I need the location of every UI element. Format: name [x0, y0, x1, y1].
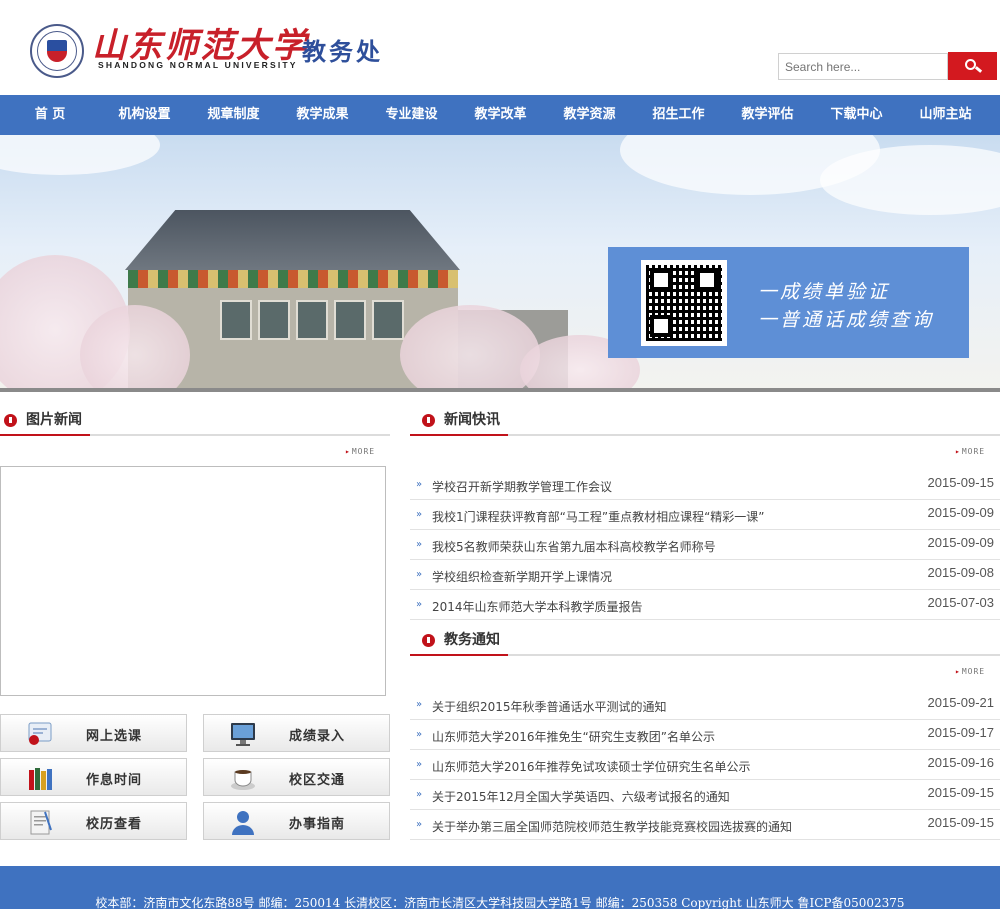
search-button[interactable]	[948, 52, 997, 80]
search-input[interactable]	[778, 53, 948, 80]
section-bullet-icon	[422, 414, 435, 427]
bullet-arrow-icon: »	[416, 599, 423, 610]
banner: 一成绩单验证 一普通话成绩查询	[0, 135, 1000, 388]
monitor-icon	[231, 723, 255, 746]
main-nav: 首 页 机构设置 规章制度 教学成果 专业建设 教学改革 教学资源 招生工作 教…	[0, 95, 1000, 135]
list-item[interactable]: » 关于2015年12月全国大学英语四、六级考试报名的通知 2015-09-15	[410, 780, 1000, 810]
bullet-arrow-icon: »	[416, 789, 423, 800]
bullet-arrow-icon: »	[416, 539, 423, 550]
notices-more-link[interactable]: MORE	[955, 667, 985, 676]
quick-link-course-selection[interactable]: 网上选课	[0, 714, 187, 752]
section-bullet-icon	[422, 634, 435, 647]
news-flash-header: 新闻快讯	[410, 410, 1000, 436]
bullet-arrow-icon: »	[416, 509, 423, 520]
university-name-en: SHANDONG NORMAL UNIVERSITY	[98, 60, 298, 70]
news-flash-list: » 学校召开新学期教学管理工作会议 2015-09-15 » 我校1门课程获评教…	[410, 470, 1000, 620]
office-name: 教务处	[302, 37, 383, 66]
nav-regulations[interactable]: 规章制度	[189, 95, 278, 135]
bullet-arrow-icon: »	[416, 479, 423, 490]
nav-organization[interactable]: 机构设置	[100, 95, 189, 135]
list-item[interactable]: » 山东师范大学2016年推免生“研究生支教团”名单公示 2015-09-17	[410, 720, 1000, 750]
qr-line-transcript: 一成绩单验证	[758, 281, 891, 303]
score-verification-panel[interactable]: 一成绩单验证 一普通话成绩查询	[608, 247, 969, 358]
photo-news-title: 图片新闻	[26, 412, 82, 428]
quick-link-calendar[interactable]: 校历查看	[0, 802, 187, 840]
section-bullet-icon	[4, 414, 17, 427]
qr-line-mandarin: 一普通话成绩查询	[758, 309, 935, 331]
nav-admissions[interactable]: 招生工作	[634, 95, 723, 135]
user-icon	[232, 811, 254, 835]
quick-link-schedule[interactable]: 作息时间	[0, 758, 187, 796]
quick-link-label: 网上选课	[86, 729, 143, 744]
bullet-arrow-icon: »	[416, 819, 423, 830]
university-emblem-icon[interactable]	[30, 24, 84, 78]
list-item[interactable]: » 2014年山东师范大学本科教学质量报告 2015-07-03	[410, 590, 1000, 620]
nav-home[interactable]: 首 页	[0, 95, 100, 135]
nav-teaching-resources[interactable]: 教学资源	[545, 95, 634, 135]
bullet-arrow-icon: »	[416, 729, 423, 740]
list-item[interactable]: » 学校召开新学期教学管理工作会议 2015-09-15	[410, 470, 1000, 500]
quick-link-label: 作息时间	[86, 773, 143, 788]
bullet-arrow-icon: »	[416, 699, 423, 710]
nav-major-construction[interactable]: 专业建设	[367, 95, 456, 135]
news-flash-title: 新闻快讯	[444, 412, 500, 428]
quick-link-label: 校区交通	[289, 773, 346, 788]
notepad-icon	[30, 810, 52, 835]
quick-link-campus-transport[interactable]: 校区交通	[203, 758, 390, 796]
footer: 校本部：济南市文化东路88号 邮编：250014 长清校区：济南市长清区大学科技…	[0, 866, 1000, 910]
nav-teaching-reform[interactable]: 教学改革	[456, 95, 545, 135]
news-flash-more-link[interactable]: MORE	[955, 447, 985, 456]
quick-link-label: 办事指南	[289, 817, 346, 832]
list-item[interactable]: » 关于举办第三届全国师范院校师范生教学技能竞赛校园选拔赛的通知 2015-09…	[410, 810, 1000, 840]
nav-downloads[interactable]: 下载中心	[812, 95, 901, 135]
books-icon	[29, 768, 52, 790]
notices-header: 教务通知	[410, 630, 1000, 656]
notices-list: » 关于组织2015年秋季普通话水平测试的通知 2015-09-21 » 山东师…	[410, 690, 1000, 840]
qr-code-icon	[641, 260, 727, 346]
bullet-arrow-icon: »	[416, 759, 423, 770]
photo-news-more-link[interactable]: MORE	[345, 447, 375, 456]
list-item[interactable]: » 关于组织2015年秋季普通话水平测试的通知 2015-09-21	[410, 690, 1000, 720]
nav-main-site[interactable]: 山师主站	[901, 95, 990, 135]
list-item[interactable]: » 学校组织检查新学期开学上课情况 2015-09-08	[410, 560, 1000, 590]
coffee-cup-icon	[231, 770, 255, 790]
building-roof	[125, 210, 460, 270]
quick-link-score-entry[interactable]: 成绩录入	[203, 714, 390, 752]
notices-title: 教务通知	[444, 632, 500, 648]
footer-text: 校本部：济南市文化东路88号 邮编：250014 长清校区：济南市长清区大学科技…	[95, 896, 905, 910]
bullet-arrow-icon: »	[416, 569, 423, 580]
quick-link-guide[interactable]: 办事指南	[203, 802, 390, 840]
photo-news-header: 图片新闻	[0, 410, 390, 436]
list-item[interactable]: » 我校5名教师荣获山东省第九届本科高校教学名师称号 2015-09-09	[410, 530, 1000, 560]
header: 山东师范大学 SHANDONG NORMAL UNIVERSITY 教务处	[0, 0, 1000, 95]
photo-news-slideshow[interactable]	[0, 466, 386, 696]
list-item[interactable]: » 山东师范大学2016年推荐免试攻读硕士学位研究生名单公示 2015-09-1…	[410, 750, 1000, 780]
certificate-icon	[28, 722, 52, 745]
nav-teaching-achievements[interactable]: 教学成果	[278, 95, 367, 135]
list-item[interactable]: » 我校1门课程获评教育部“马工程”重点教材相应课程“精彩一课” 2015-09…	[410, 500, 1000, 530]
quick-link-label: 校历查看	[86, 817, 143, 832]
nav-evaluation[interactable]: 教学评估	[723, 95, 812, 135]
quick-link-label: 成绩录入	[289, 729, 346, 744]
